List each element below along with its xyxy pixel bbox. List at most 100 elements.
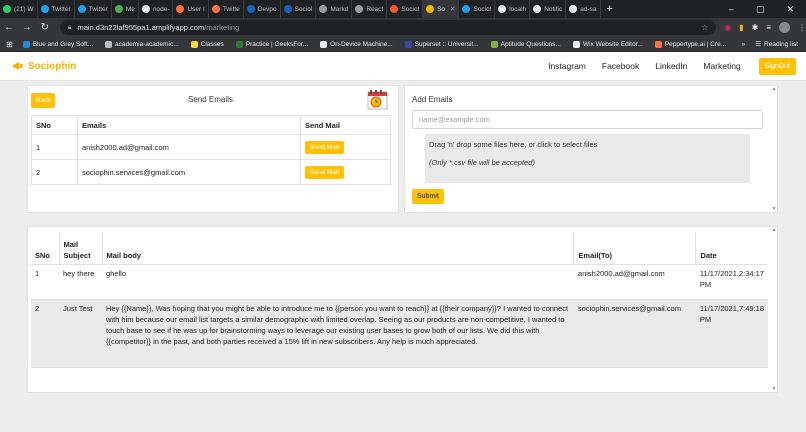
address-bar[interactable]: 🔒︎ main.d3n22laf955pa1.amplifyapp.com/ma…: [59, 20, 717, 35]
tab-favicon-icon: [283, 5, 292, 13]
reading-list-label: Reading list: [764, 40, 798, 48]
lock-icon: 🔒︎: [67, 23, 72, 31]
reload-icon[interactable]: ↻: [36, 22, 54, 33]
bookmark-favicon-icon: [105, 40, 113, 48]
cell-email: sociophin.services@gmail.com: [77, 159, 301, 185]
browser-tab[interactable]: Twitte: [209, 0, 244, 18]
browser-tab[interactable]: Me: [112, 0, 139, 18]
send-mail-button[interactable]: Send Mail: [305, 140, 344, 154]
extensions-area: ◉ ▮ ✱ ≡ ⋮: [724, 22, 806, 33]
bookmark-favicon-icon: [22, 40, 30, 48]
back-arrow-icon[interactable]: ←: [0, 22, 18, 33]
browser-tab[interactable]: Notific: [530, 0, 567, 18]
cell-subject: hey there: [59, 264, 102, 300]
kebab-menu-icon[interactable]: ⋮: [798, 23, 806, 32]
back-button[interactable]: Back: [31, 93, 56, 108]
scroll-down-icon[interactable]: ▼: [771, 206, 777, 212]
bookmark-star-icon[interactable]: ☆: [701, 23, 708, 32]
browser-tab[interactable]: Sociol: [387, 0, 424, 18]
minimize-icon[interactable]: –: [729, 4, 734, 15]
screen: (21) W Twitter Twitter Me node- User I Twitte D…: [0, 0, 806, 432]
maximize-icon[interactable]: ▢: [756, 4, 765, 15]
bookmark-item[interactable]: Classes: [190, 40, 224, 48]
nav-link-marketing[interactable]: Marketing: [703, 61, 740, 71]
browser-tab[interactable]: So ✕: [423, 0, 460, 18]
browser-tab-strip: (21) W Twitter Twitter Me node- User I Twitte D…: [0, 0, 806, 18]
panel-scrollbar[interactable]: ▲ ▼: [771, 86, 777, 212]
bookmark-item[interactable]: Blue and Grey Soft...: [22, 40, 93, 48]
bookmark-item[interactable]: academia-academic...: [105, 40, 179, 48]
window-controls: – ▢ ✕: [729, 4, 806, 15]
cell-subject: Just Test: [59, 299, 102, 368]
browser-tab[interactable]: React: [352, 0, 388, 18]
col-header-subject: Mail Subject: [58, 232, 102, 265]
browser-tab[interactable]: ad-sa: [566, 0, 601, 18]
browser-tab[interactable]: Sociol: [281, 0, 317, 18]
submit-button[interactable]: Submit: [412, 189, 444, 204]
scroll-down-icon[interactable]: ▼: [771, 386, 777, 392]
tab-favicon-icon: [211, 5, 220, 13]
tab-favicon-icon: [3, 5, 11, 13]
tab-label: Markd: [330, 5, 349, 13]
send-mail-button[interactable]: Send Mail: [305, 165, 344, 179]
browser-tab[interactable]: Twitter: [38, 0, 75, 18]
nav-link-facebook[interactable]: Facebook: [602, 61, 639, 71]
bookmark-label: Wix Website Editor...: [582, 40, 643, 48]
forward-arrow-icon[interactable]: →: [18, 22, 36, 33]
brand-logo[interactable]: Sociophin: [12, 60, 76, 72]
dropzone-text: Drag 'n' drop some files here, or click …: [429, 140, 598, 149]
scroll-up-icon[interactable]: ▲: [771, 86, 777, 92]
reading-list[interactable]: ☰ Reading list: [755, 40, 806, 49]
bookmark-favicon-icon: [654, 40, 662, 48]
cell-date: 11/17/2021,7:49:18 PM: [695, 299, 768, 368]
tab-favicon-icon: [569, 5, 578, 13]
bookmark-favicon-icon: [404, 40, 412, 48]
cell-sno: 1: [31, 134, 78, 160]
extension-icon[interactable]: ◉: [724, 23, 731, 32]
browser-tab[interactable]: Devpo: [244, 0, 281, 18]
tab-label: Twitte: [222, 5, 240, 13]
calendar-clock-icon[interactable]: [367, 89, 389, 111]
bookmark-item[interactable]: Aptitude Questions...: [490, 40, 561, 48]
bookmark-item[interactable]: Peppertype.ai | Cre...: [654, 40, 726, 48]
browser-tab[interactable]: Sociol: [459, 0, 496, 18]
close-window-icon[interactable]: ✕: [786, 4, 794, 15]
browser-tab[interactable]: Markd: [316, 0, 353, 18]
media-icon[interactable]: ≡: [766, 23, 771, 32]
browser-tab[interactable]: (21) W: [0, 0, 38, 18]
bookmark-item[interactable]: On-Device Machine...: [320, 40, 393, 48]
tab-favicon-icon: [176, 5, 185, 13]
new-tab-icon[interactable]: +: [607, 3, 613, 15]
nav-link-instagram[interactable]: Instagram: [548, 61, 586, 71]
puzzle-icon[interactable]: ✱: [752, 23, 759, 32]
cell-action: Send Mail: [300, 134, 391, 160]
panel-scrollbar[interactable]: ▲ ▼: [771, 227, 777, 392]
extension-icon[interactable]: ▮: [739, 23, 743, 32]
browser-tab[interactable]: Twitter: [75, 0, 112, 18]
bookmark-item[interactable]: Superset :: Universit...: [404, 40, 479, 48]
browser-tab[interactable]: node-: [139, 0, 174, 18]
scroll-up-icon[interactable]: ▲: [771, 227, 777, 233]
cell-action: Send Mail: [300, 159, 391, 185]
bookmark-item[interactable]: Practice | GeeksFor...: [235, 40, 309, 48]
tab-favicon-icon: [355, 5, 364, 13]
col-header-send-mail: Send Mail: [300, 115, 391, 135]
url-host: main.d3n22laf955pa1.amplifyapp.com: [77, 23, 205, 32]
send-emails-title: Send Emails: [188, 95, 233, 104]
browser-tab[interactable]: User I: [173, 0, 209, 18]
csv-dropzone[interactable]: Drag 'n' drop some files here, or click …: [425, 134, 750, 183]
browser-tab[interactable]: localh: [495, 0, 531, 18]
apps-grid-icon[interactable]: ⊞: [6, 40, 13, 49]
tab-label: localh: [509, 5, 527, 13]
email-input[interactable]: name@example.com: [412, 110, 763, 129]
close-tab-icon[interactable]: ✕: [450, 5, 455, 13]
profile-avatar[interactable]: [779, 22, 791, 33]
signout-button[interactable]: SignOut: [758, 57, 796, 75]
bookmark-favicon-icon: [235, 40, 243, 48]
bookmark-label: Practice | GeeksFor...: [245, 40, 309, 48]
bookmark-item[interactable]: Wix Website Editor...: [572, 40, 643, 48]
more-bookmarks-icon[interactable]: »: [742, 41, 746, 48]
nav-link-linkedin[interactable]: LinkedIn: [655, 61, 687, 71]
send-emails-table: SNo Emails Send Mail 1 anish2000.ad@gmai…: [31, 115, 391, 185]
bookmark-label: On-Device Machine...: [330, 40, 393, 48]
